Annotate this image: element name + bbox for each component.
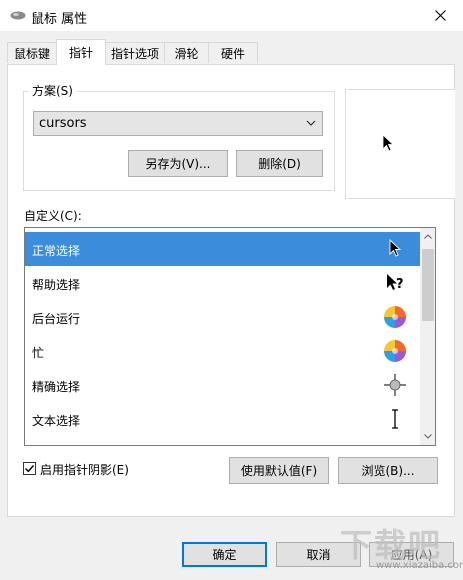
checkmark-icon <box>25 465 35 473</box>
arrow-cursor-icon <box>389 238 402 257</box>
browse-button[interactable]: 浏览(B)... <box>338 457 438 484</box>
scroll-up-button[interactable] <box>420 228 435 245</box>
scheme-label: 方案(S) <box>28 82 77 99</box>
svg-text:?: ? <box>396 277 404 292</box>
close-icon <box>434 10 446 21</box>
list-item[interactable]: 文本选择 <box>25 402 420 436</box>
cursor-preview <box>345 89 455 199</box>
save-as-button[interactable]: 另存为(V)... <box>128 150 228 177</box>
window-title: 鼠标 属性 <box>31 12 88 27</box>
tab-hardware[interactable]: 硬件 <box>208 42 258 63</box>
watermark-url: www.xiazaiba.com <box>376 560 463 571</box>
scroll-thumb[interactable] <box>422 249 434 321</box>
title-bar: 鼠标 属性 <box>0 0 463 31</box>
chevron-up-icon <box>424 234 432 239</box>
chevron-down-icon <box>306 120 316 126</box>
busy-wheel-icon <box>384 306 406 328</box>
help-cursor-icon: ? <box>387 274 404 292</box>
ibeam-icon <box>392 409 398 429</box>
scheme-dropdown[interactable]: cursors <box>33 111 323 136</box>
delete-button[interactable]: 删除(D) <box>236 150 323 177</box>
pointer-shadow-label: 启用指针阴影(E) <box>40 463 129 477</box>
pointer-shadow-checkbox[interactable] <box>23 462 36 475</box>
list-item[interactable]: 帮助选择 ? <box>25 266 420 300</box>
ok-button[interactable]: 确定 <box>182 542 267 567</box>
scheme-selected-value: cursors <box>39 116 87 131</box>
scroll-down-button[interactable] <box>420 428 435 445</box>
close-button[interactable] <box>417 0 463 31</box>
use-default-button[interactable]: 使用默认值(F) <box>229 457 329 484</box>
list-scrollbar[interactable] <box>420 228 435 445</box>
chevron-down-icon <box>424 434 432 439</box>
mouse-app-icon <box>10 11 26 20</box>
crosshair-icon <box>384 374 406 396</box>
tab-buttons[interactable]: 鼠标键 <box>7 42 57 63</box>
list-item[interactable]: 忙 <box>25 334 420 368</box>
cursor-list[interactable]: 正常选择 帮助选择 ? 后台运行 忙 精确选择 文本选择 <box>24 227 436 446</box>
tab-wheel[interactable]: 滑轮 <box>164 42 209 63</box>
list-item[interactable]: 后台运行 <box>25 300 420 334</box>
list-item[interactable]: 精确选择 <box>25 368 420 402</box>
tab-pointer-options[interactable]: 指针选项 <box>105 42 165 63</box>
tab-pointers[interactable]: 指针 <box>56 39 106 65</box>
busy-wheel-icon <box>384 340 406 362</box>
customize-label: 自定义(C): <box>24 209 82 223</box>
list-item[interactable]: 正常选择 <box>25 232 420 266</box>
arrow-cursor-icon <box>382 134 394 152</box>
